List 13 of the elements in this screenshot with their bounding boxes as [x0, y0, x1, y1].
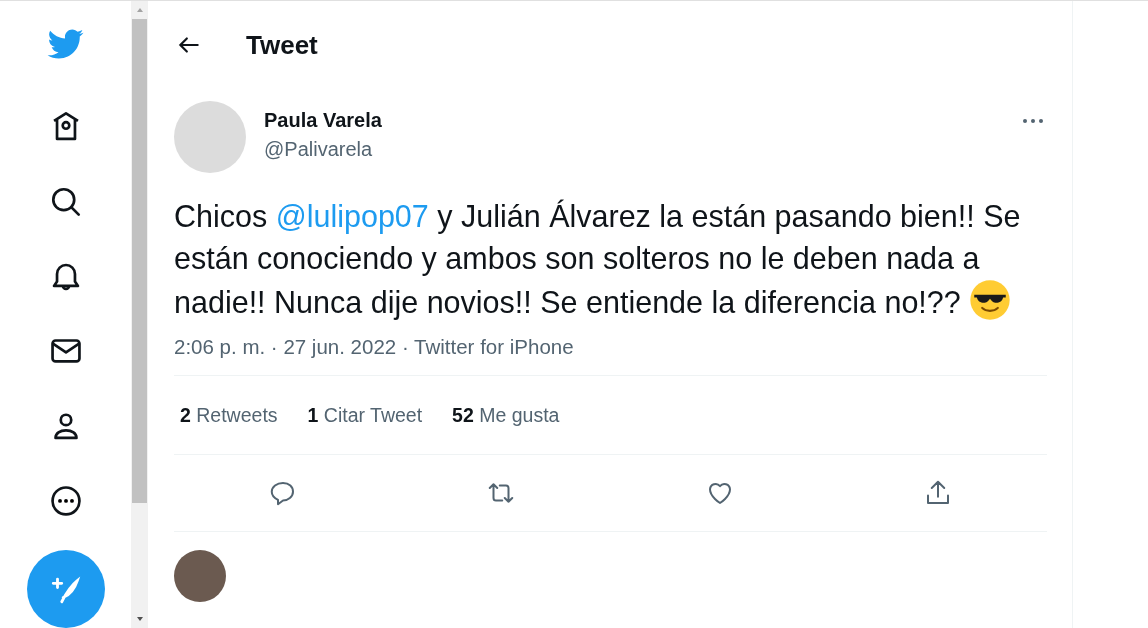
tweet-timestamp[interactable]: 2:06 p. m. · 27 jun. 2022 · Twitter for iPhone — [174, 335, 1047, 375]
author-handle[interactable]: @Palivarela — [264, 138, 1003, 161]
tweet-text: Chicos @lulipop07 y Julián Álvarez la están pasando bien!! Se están conociendo y ambos son solteros no le deben nada a nadie!! Nunca dije novios!! Se entiende la diferencia no!?? — [174, 198, 1022, 323]
author-name[interactable]: Paula Varela — [264, 109, 1003, 132]
scrollbar-thumb[interactable] — [132, 19, 147, 503]
engagement-stat[interactable]: 1 Citar Tweet — [307, 403, 423, 427]
more-options-icon[interactable] — [1021, 117, 1045, 125]
engagement-stat[interactable]: 52 Me gusta — [452, 403, 560, 427]
sunglasses-emoji-icon — [969, 279, 1012, 321]
engagement-stat[interactable]: 2 Retweets — [180, 403, 278, 427]
avatar-placeholder[interactable] — [174, 550, 226, 602]
page-title: Tweet — [246, 29, 318, 61]
scrollbar[interactable] — [131, 1, 148, 628]
